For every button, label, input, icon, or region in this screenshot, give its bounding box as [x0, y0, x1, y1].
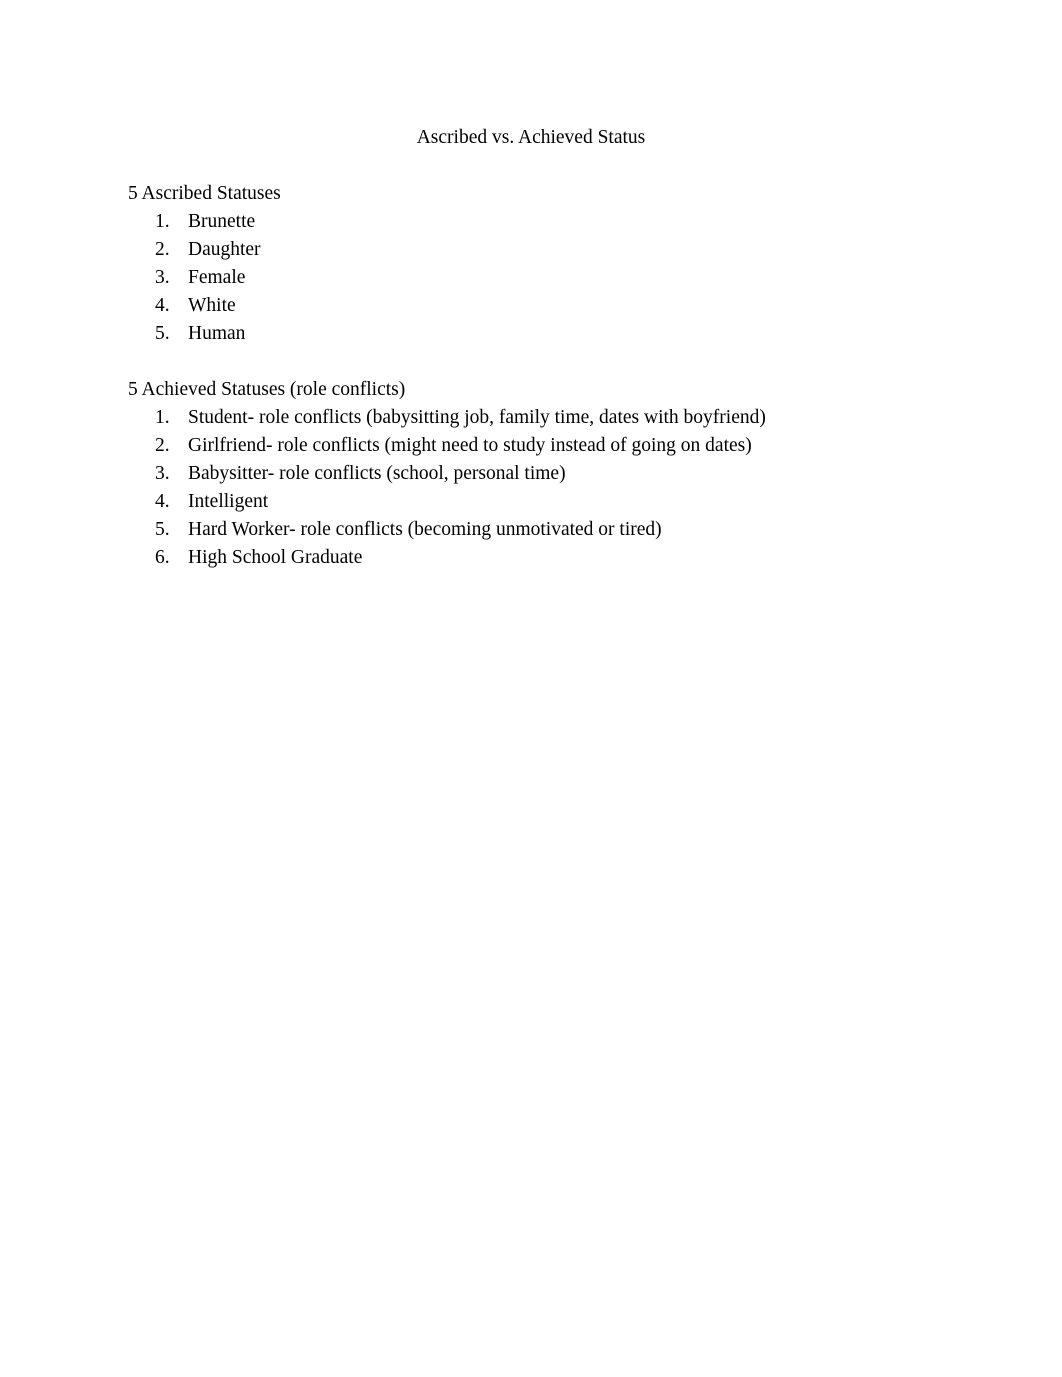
list-item-number: 1. [155, 407, 170, 428]
ascribed-statuses-list: 1. Brunette 2. Daughter 3. Female 4. Whi… [128, 208, 934, 348]
list-item-label: Brunette [188, 211, 256, 232]
list-item: 1. Brunette [128, 208, 934, 236]
list-item-number: 2. [155, 239, 170, 260]
document-page: Ascribed vs. Achieved Status 5 Ascribed … [0, 0, 1062, 1377]
list-item-number: 3. [155, 267, 170, 288]
list-item-number: 6. [155, 547, 170, 568]
list-item: 6. High School Graduate [128, 544, 934, 572]
list-item-number: 1. [155, 211, 170, 232]
list-item: 5. Human [128, 320, 934, 348]
list-item-number: 2. [155, 435, 170, 456]
list-item-number: 3. [155, 463, 170, 484]
list-item: 4. Intelligent [128, 488, 934, 516]
list-item-label: Human [188, 323, 246, 344]
list-item-label: Intelligent [188, 491, 269, 512]
title-spacer [128, 152, 934, 180]
list-item: 1. Student- role conflicts (babysitting … [128, 404, 934, 432]
list-item-label: Student- role conflicts (babysitting job… [188, 407, 766, 428]
list-item-number: 5. [155, 519, 170, 540]
list-item-number: 5. [155, 323, 170, 344]
section-heading-ascribed: 5 Ascribed Statuses [128, 183, 281, 204]
achieved-statuses-list: 1. Student- role conflicts (babysitting … [128, 404, 934, 572]
document-title: Ascribed vs. Achieved Status [416, 127, 646, 148]
list-item: 2. Daughter [128, 236, 934, 264]
list-item: 4. White [128, 292, 934, 320]
list-item-label: Babysitter- role conflicts (school, pers… [188, 463, 566, 484]
list-item-number: 4. [155, 491, 170, 512]
list-item: 2. Girlfriend- role conflicts (might nee… [128, 432, 934, 460]
list-item-number: 4. [155, 295, 170, 316]
list-item-label: Hard Worker- role conflicts (becoming un… [188, 519, 662, 540]
list-item: 5. Hard Worker- role conflicts (becoming… [128, 516, 934, 544]
list-item-label: Girlfriend- role conflicts (might need t… [188, 435, 752, 456]
list-item-label: High School Graduate [188, 547, 363, 568]
list-item: 3. Female [128, 264, 934, 292]
list-item: 3. Babysitter- role conflicts (school, p… [128, 460, 934, 488]
list-item-label: Female [188, 267, 246, 288]
section-heading-achieved: 5 Achieved Statuses (role conflicts) [128, 379, 406, 400]
list-item-label: White [188, 295, 236, 316]
document-body: Ascribed vs. Achieved Status 5 Ascribed … [128, 124, 934, 572]
list-item-label: Daughter [188, 239, 261, 260]
